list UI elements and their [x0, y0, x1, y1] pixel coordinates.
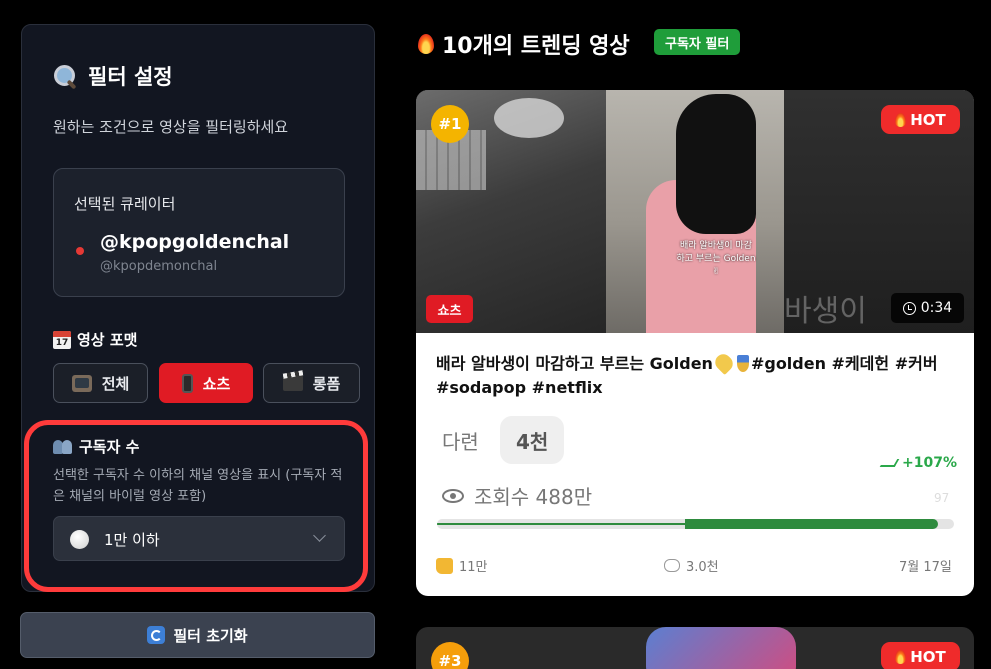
view-count: 조회수 488만 — [442, 481, 592, 510]
curator-status-dot — [76, 247, 84, 255]
calendar-icon — [53, 330, 71, 349]
upload-date: 7월 17일 — [899, 560, 952, 575]
subscriber-select-value: 1만 이하 — [104, 531, 160, 549]
growth-value: +107% — [902, 455, 957, 471]
subscriber-filter-badge: 구독자 필터 — [654, 29, 741, 55]
growth-indicator: +107% — [879, 455, 957, 471]
comment-count: 3.0천 — [664, 556, 719, 575]
page-title-text: 10개의 트렌딩 영상 — [442, 34, 630, 59]
comment-count-text: 3.0천 — [686, 560, 719, 575]
selected-curator-card: 선택된 큐레이터 @kpopgoldenchal @kpopdemonchal — [53, 168, 345, 297]
format-all-button[interactable]: 전체 — [53, 363, 148, 403]
reset-label: 필터 초기화 — [173, 626, 248, 645]
thumbnail-frame-middle: 배라 알바생이 마감하고 부르는 Golden✌ — [606, 90, 784, 333]
filter-panel: 필터 설정 원하는 조건으로 영상을 필터링하세요 선택된 큐레이터 @kpop… — [21, 24, 375, 592]
progress-fill-thick — [685, 519, 939, 529]
eye-icon — [442, 488, 464, 503]
refresh-icon — [147, 626, 166, 644]
format-section-title: 영상 포맷 — [53, 329, 137, 350]
hot-badge: HOT — [881, 105, 960, 134]
thumbnail-caption: 배라 알바생이 마감하고 부르는 Golden✌ — [676, 241, 756, 277]
video-thumbnail — [646, 627, 796, 669]
page-title: 10개의 트렌딩 영상 — [418, 28, 630, 60]
format-long-label: 롱폼 — [312, 374, 341, 393]
curator-label: 선택된 큐레이터 — [74, 195, 176, 213]
duration-text: 0:34 — [920, 300, 953, 316]
subscriber-count-chip: 4천 — [500, 416, 565, 464]
phone-icon — [181, 373, 193, 393]
hot-label: HOT — [910, 110, 946, 129]
format-title-text: 영상 포맷 — [77, 331, 138, 349]
progress-fill-thin — [437, 523, 686, 525]
video-card[interactable]: #3 HOT — [416, 627, 974, 669]
person-hair-shape — [676, 94, 756, 234]
duration-badge: 0:34 — [891, 293, 964, 323]
filter-panel-title: 필터 설정 — [52, 61, 173, 91]
fire-icon — [895, 112, 907, 127]
white-circle-icon — [70, 530, 89, 549]
engagement-progress-bar — [437, 519, 954, 529]
format-long-button[interactable]: 롱폼 — [263, 363, 360, 403]
view-count-text: 조회수 488만 — [474, 485, 593, 509]
curator-name: @kpopgoldenchal — [100, 231, 290, 253]
subscriber-description: 선택한 구독자 수 이하의 채널 영상을 표시 (구독자 적은 채널의 바이럴 … — [53, 468, 343, 504]
fire-icon — [895, 649, 907, 664]
like-count-text: 11만 — [459, 560, 488, 575]
like-count: 11만 — [436, 556, 488, 575]
format-shorts-button[interactable]: 쇼츠 — [159, 363, 253, 403]
clapper-icon — [282, 375, 303, 391]
mouse-shape — [494, 98, 564, 138]
curator-handle: @kpopdemonchal — [100, 259, 218, 274]
filter-title-text: 필터 설정 — [88, 65, 173, 89]
format-shorts-label: 쇼츠 — [202, 374, 231, 393]
shorts-badge: 쇼츠 — [426, 295, 473, 323]
yellow-heart-icon — [711, 350, 736, 376]
faint-score: 97 — [934, 491, 950, 505]
video-card[interactable]: 배라 알바생이 마감하고 부르는 Golden✌ 바생이 #1 HOT 쇼츠 0… — [416, 90, 974, 596]
thumbs-up-icon — [436, 557, 453, 574]
fire-icon — [418, 34, 434, 54]
creator-name: 다련 — [442, 430, 479, 454]
subscriber-title-text: 구독자 수 — [79, 438, 140, 456]
hot-badge: HOT — [881, 642, 960, 669]
format-all-label: 전체 — [101, 374, 130, 393]
reset-filter-button[interactable]: 필터 초기화 — [20, 612, 375, 658]
speech-bubble-icon — [664, 559, 680, 572]
medal-icon — [736, 355, 749, 372]
subscriber-select[interactable]: 1만 이하 — [53, 516, 345, 561]
video-thumbnail[interactable]: 배라 알바생이 마감하고 부르는 Golden✌ 바생이 #1 HOT 쇼츠 0… — [416, 90, 974, 333]
people-icon — [53, 439, 73, 454]
rank-badge: #3 — [431, 642, 469, 669]
rank-badge: #1 — [431, 105, 469, 143]
clock-icon — [902, 301, 916, 315]
chevron-down-icon — [313, 529, 326, 542]
thumbnail-overlay-text: 바생이 — [784, 294, 867, 329]
trending-up-icon — [879, 459, 900, 467]
subscriber-section-title: 구독자 수 — [53, 436, 139, 457]
magnifier-icon — [52, 63, 78, 89]
video-title-part-a: 배라 알바생이 마감하고 부르는 Golden — [436, 354, 713, 373]
video-title[interactable]: 배라 알바생이 마감하고 부르는 Golden #golden #케데헌 #커버 … — [436, 350, 956, 400]
tv-icon — [71, 374, 92, 392]
filter-subtitle: 원하는 조건으로 영상을 필터링하세요 — [53, 118, 289, 136]
hot-label: HOT — [910, 647, 946, 666]
